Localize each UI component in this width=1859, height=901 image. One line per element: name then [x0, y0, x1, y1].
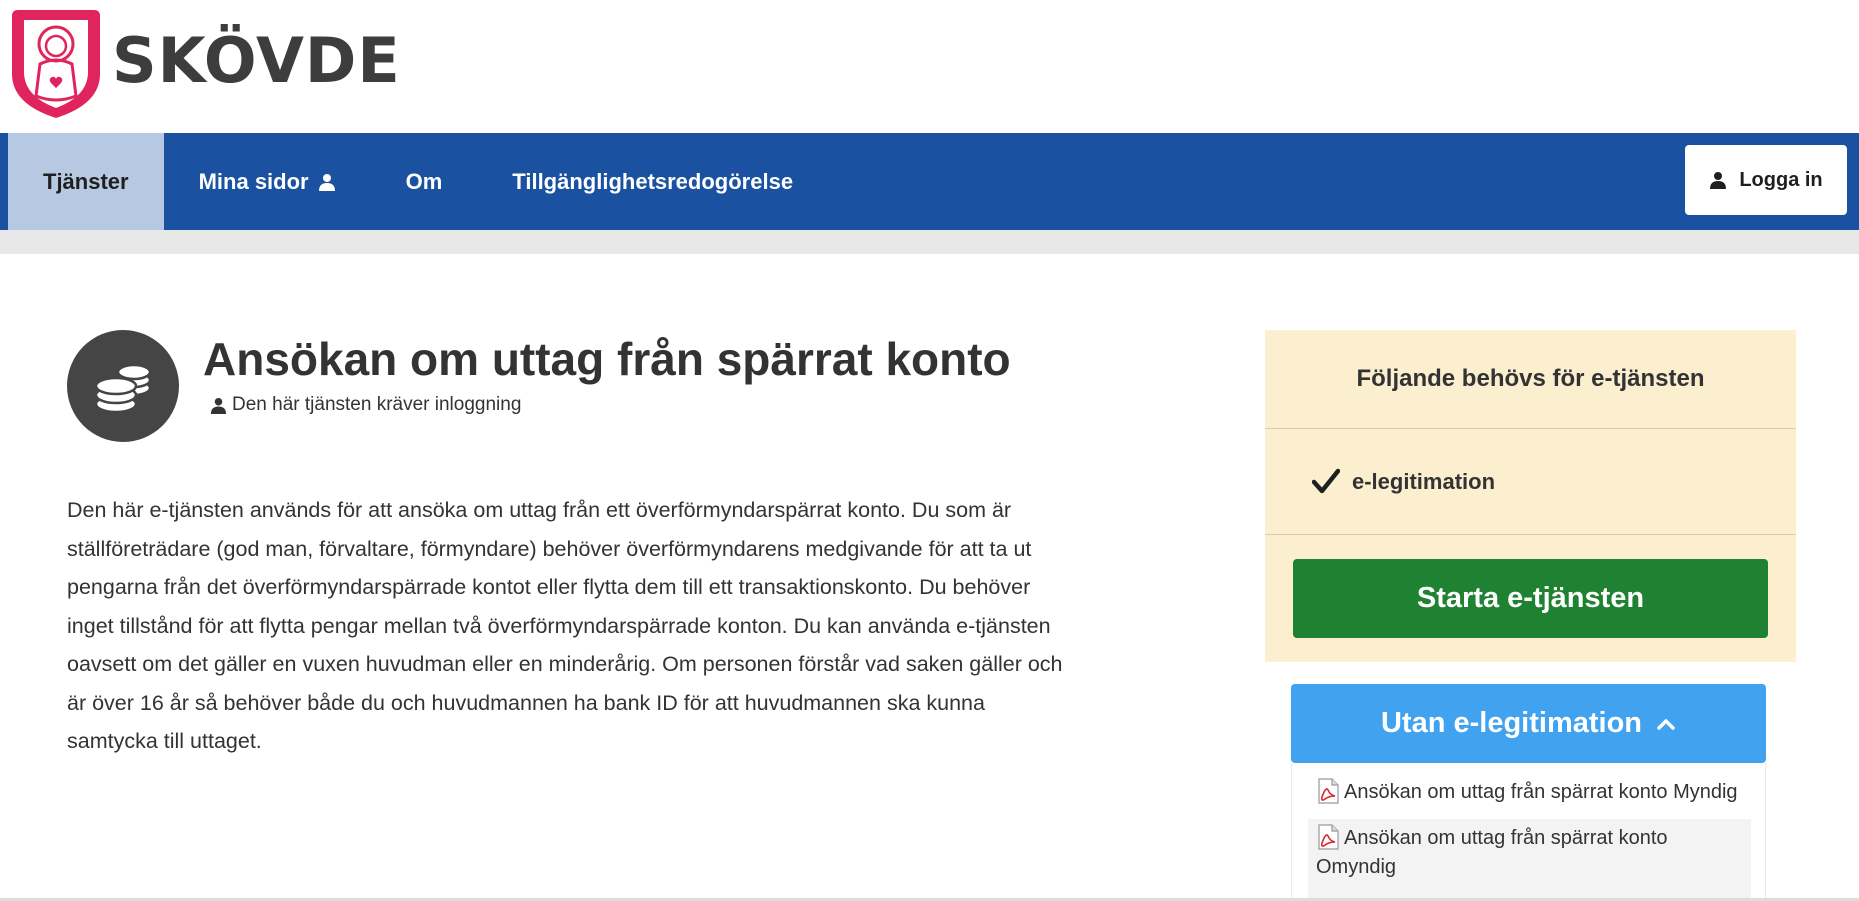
document-label: Ansökan om uttag från spärrat konto Omyn…	[1316, 827, 1668, 878]
nav-item-om[interactable]: Om	[371, 133, 478, 230]
without-eid-toggle[interactable]: Utan e-legitimation	[1291, 684, 1766, 763]
nav-list: Tjänster Mina sidor Om Tillgänglighetsre…	[8, 133, 828, 230]
nav-item-label: Tillgänglighetsredogörelse	[512, 168, 794, 194]
user-icon	[318, 173, 335, 191]
main-nav: Tjänster Mina sidor Om Tillgänglighetsre…	[0, 133, 1859, 230]
nav-item-label: Mina sidor	[198, 168, 309, 194]
service-description: Den här e-tjänsten används för att ansök…	[67, 498, 1063, 753]
pdf-icon	[1318, 824, 1339, 850]
nav-item-tjanster[interactable]: Tjänster	[8, 133, 164, 230]
login-button[interactable]: Logga in	[1685, 145, 1847, 215]
user-icon	[1710, 172, 1727, 189]
start-service-button[interactable]: Starta e-tjänsten	[1293, 559, 1768, 638]
nav-item-tillganglighet[interactable]: Tillgänglighetsredogörelse	[477, 133, 828, 230]
login-required-note: Den här tjänsten kräver inloggning	[210, 394, 521, 416]
page-title: Ansökan om uttag från spärrat konto	[203, 333, 1011, 385]
nav-item-mina-sidor[interactable]: Mina sidor	[164, 133, 371, 230]
site-logo[interactable]: SKÖVDE	[10, 4, 401, 120]
document-list: Ansökan om uttag från spärrat konto Mynd…	[1291, 763, 1766, 901]
requirement-item: e-legitimation	[1265, 429, 1796, 535]
logo-text: SKÖVDE	[112, 23, 401, 97]
document-link-omyndig[interactable]: Ansökan om uttag från spärrat konto Omyn…	[1308, 819, 1751, 901]
document-link-myndig[interactable]: Ansökan om uttag från spärrat konto Mynd…	[1308, 773, 1751, 812]
header-divider	[0, 230, 1859, 254]
nav-item-label: Tjänster	[43, 168, 129, 194]
coins-icon	[94, 363, 152, 414]
user-icon	[210, 397, 227, 414]
requirements-title: Följande behövs för e-tjänsten	[1265, 330, 1796, 429]
pdf-icon	[1318, 778, 1339, 804]
login-note-text: Den här tjänsten kräver inloggning	[232, 394, 522, 415]
nav-item-label: Om	[405, 168, 443, 194]
login-button-label: Logga in	[1739, 168, 1823, 191]
without-eid-label: Utan e-legitimation	[1380, 707, 1642, 739]
requirement-label: e-legitimation	[1352, 468, 1496, 494]
document-label: Ansökan om uttag från spärrat konto Mynd…	[1344, 781, 1738, 803]
checkmark-icon	[1312, 468, 1340, 493]
chevron-up-icon	[1657, 718, 1675, 730]
service-icon	[67, 330, 179, 442]
requirements-panel: Följande behövs för e-tjänsten e-legitim…	[1265, 330, 1796, 662]
logo-shield-icon	[12, 10, 100, 118]
site-header: SKÖVDE	[0, 0, 1859, 133]
